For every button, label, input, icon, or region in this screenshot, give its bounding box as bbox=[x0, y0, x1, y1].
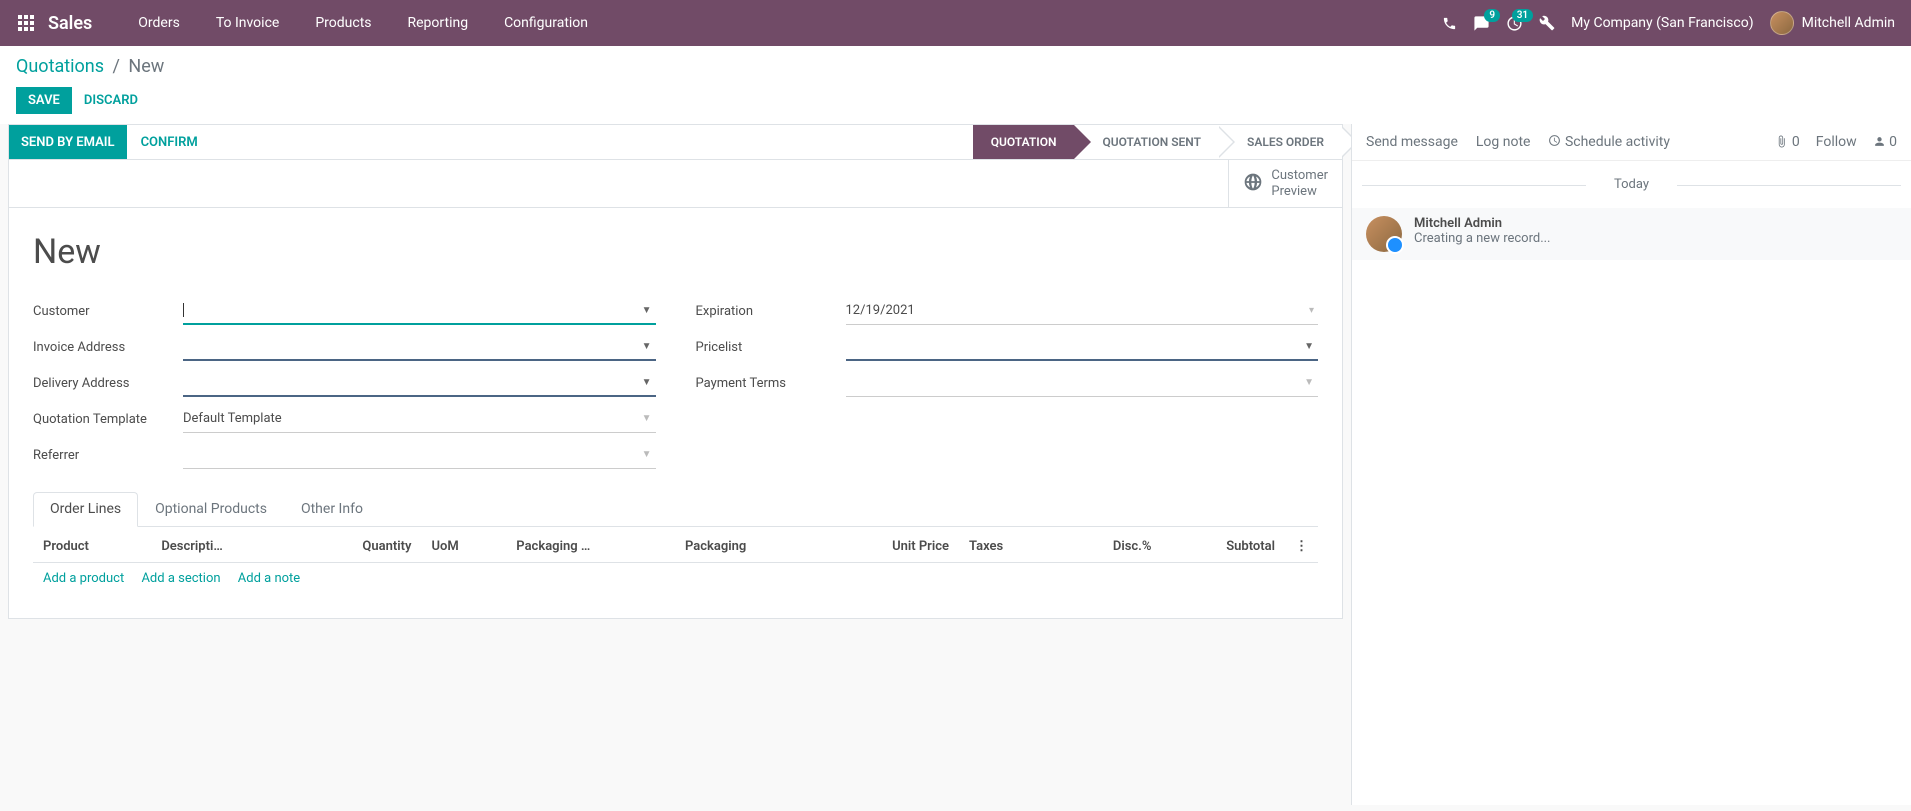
col-disc[interactable]: Disc.% bbox=[1056, 531, 1161, 563]
systray: 9 31 My Company (San Francisco) Mitchell… bbox=[1442, 11, 1903, 35]
caret-icon: ▾ bbox=[1309, 305, 1314, 316]
caret-icon: ▼ bbox=[642, 341, 652, 352]
attachments-button[interactable]: 0 bbox=[1775, 134, 1799, 150]
app-brand[interactable]: Sales bbox=[48, 13, 92, 34]
label-payment-terms: Payment Terms bbox=[696, 376, 846, 391]
col-quantity[interactable]: Quantity bbox=[298, 531, 422, 563]
col-packaging-qty[interactable]: Packaging … bbox=[506, 531, 675, 563]
label-referrer: Referrer bbox=[33, 448, 183, 463]
send-message-button[interactable]: Send message bbox=[1366, 134, 1458, 150]
customer-field[interactable]: ▼ bbox=[183, 297, 656, 325]
col-subtotal[interactable]: Subtotal bbox=[1161, 531, 1285, 563]
notebook-tabs: Order Lines Optional Products Other Info bbox=[33, 492, 1318, 527]
caret-icon: ▼ bbox=[1304, 341, 1314, 352]
menu-configuration[interactable]: Configuration bbox=[486, 0, 606, 46]
customer-preview-label: Customer Preview bbox=[1271, 168, 1328, 199]
globe-icon bbox=[1243, 172, 1263, 196]
label-delivery-address: Delivery Address bbox=[33, 376, 183, 391]
kebab-icon: ⋮ bbox=[1295, 539, 1308, 554]
col-packaging[interactable]: Packaging bbox=[675, 531, 821, 563]
payment-terms-field[interactable]: ▼ bbox=[846, 369, 1319, 397]
breadcrumb: Quotations / New bbox=[16, 56, 1895, 77]
col-product[interactable]: Product bbox=[33, 531, 151, 563]
label-invoice-address: Invoice Address bbox=[33, 340, 183, 355]
add-note-link[interactable]: Add a note bbox=[238, 571, 300, 586]
expiration-field[interactable]: 12/19/2021▾ bbox=[846, 297, 1319, 325]
form-sheet: Customer Preview New Customer ▼ Invoice … bbox=[8, 160, 1343, 619]
chatter-date-separator: Today bbox=[1352, 161, 1911, 208]
col-unit-price[interactable]: Unit Price bbox=[821, 531, 959, 563]
col-kebab[interactable]: ⋮ bbox=[1285, 531, 1318, 563]
menu-to-invoice[interactable]: To Invoice bbox=[198, 0, 298, 46]
user-menu[interactable]: Mitchell Admin bbox=[1770, 11, 1895, 35]
status-step-sales-order[interactable]: SALES ORDER bbox=[1219, 125, 1342, 159]
activities-icon[interactable]: 31 bbox=[1506, 15, 1523, 32]
top-navbar: Sales Orders To Invoice Products Reporti… bbox=[0, 0, 1911, 46]
caret-icon: ▼ bbox=[642, 413, 652, 424]
record-title: New bbox=[33, 232, 1318, 272]
customer-preview-button[interactable]: Customer Preview bbox=[1228, 160, 1342, 207]
breadcrumb-sep: / bbox=[112, 56, 119, 77]
phone-icon[interactable] bbox=[1442, 16, 1457, 31]
add-section-link[interactable]: Add a section bbox=[141, 571, 220, 586]
menu-products[interactable]: Products bbox=[297, 0, 389, 46]
follow-button[interactable]: Follow bbox=[1816, 134, 1857, 150]
form-area: SEND BY EMAIL CONFIRM QUOTATION QUOTATIO… bbox=[0, 124, 1351, 805]
debug-icon[interactable] bbox=[1539, 15, 1555, 31]
main-menu: Orders To Invoice Products Reporting Con… bbox=[120, 0, 606, 46]
status-step-quotation-sent[interactable]: QUOTATION SENT bbox=[1074, 125, 1219, 159]
tab-order-lines[interactable]: Order Lines bbox=[33, 492, 138, 527]
order-lines-table: Product Descripti… Quantity UoM Packagin… bbox=[33, 531, 1318, 594]
message-text: Creating a new record... bbox=[1414, 231, 1551, 246]
status-step-quotation[interactable]: QUOTATION bbox=[973, 125, 1075, 159]
schedule-activity-button[interactable]: Schedule activity bbox=[1548, 134, 1670, 150]
followers-button[interactable]: 0 bbox=[1873, 134, 1897, 150]
tab-other-info[interactable]: Other Info bbox=[284, 492, 380, 526]
menu-reporting[interactable]: Reporting bbox=[390, 0, 487, 46]
save-button[interactable]: SAVE bbox=[16, 87, 72, 114]
statusbar: SEND BY EMAIL CONFIRM QUOTATION QUOTATIO… bbox=[8, 124, 1343, 160]
control-panel: Quotations / New SAVE DISCARD bbox=[0, 46, 1911, 124]
caret-icon: ▼ bbox=[1304, 377, 1314, 388]
quotation-template-field[interactable]: Default Template▼ bbox=[183, 405, 656, 433]
caret-icon: ▼ bbox=[642, 377, 652, 388]
pricelist-field[interactable]: ▼ bbox=[846, 333, 1319, 361]
chatter-message: Mitchell Admin Creating a new record... bbox=[1352, 208, 1911, 260]
referrer-field[interactable]: ▼ bbox=[183, 441, 656, 469]
tab-optional-products[interactable]: Optional Products bbox=[138, 492, 284, 526]
label-customer: Customer bbox=[33, 304, 183, 319]
caret-icon: ▼ bbox=[642, 449, 652, 460]
log-note-button[interactable]: Log note bbox=[1476, 134, 1531, 150]
confirm-button[interactable]: CONFIRM bbox=[127, 125, 212, 159]
col-uom[interactable]: UoM bbox=[421, 531, 506, 563]
company-switcher[interactable]: My Company (San Francisco) bbox=[1571, 15, 1753, 31]
user-name: Mitchell Admin bbox=[1802, 15, 1895, 31]
chatter: Send message Log note Schedule activity … bbox=[1351, 124, 1911, 805]
col-taxes[interactable]: Taxes bbox=[959, 531, 1056, 563]
activities-badge: 31 bbox=[1512, 9, 1533, 22]
messages-badge: 9 bbox=[1484, 9, 1500, 22]
breadcrumb-current: New bbox=[128, 56, 164, 77]
send-by-email-button[interactable]: SEND BY EMAIL bbox=[9, 125, 127, 159]
message-avatar bbox=[1366, 216, 1402, 252]
caret-icon: ▼ bbox=[642, 305, 652, 316]
status-steps: QUOTATION QUOTATION SENT SALES ORDER bbox=[973, 125, 1342, 159]
delivery-address-field[interactable]: ▼ bbox=[183, 369, 656, 397]
col-description[interactable]: Descripti… bbox=[151, 531, 297, 563]
label-quotation-template: Quotation Template bbox=[33, 412, 183, 427]
user-avatar bbox=[1770, 11, 1794, 35]
breadcrumb-root[interactable]: Quotations bbox=[16, 56, 104, 77]
messages-icon[interactable]: 9 bbox=[1473, 15, 1490, 32]
menu-orders[interactable]: Orders bbox=[120, 0, 198, 46]
invoice-address-field[interactable]: ▼ bbox=[183, 333, 656, 361]
label-expiration: Expiration bbox=[696, 304, 846, 319]
discard-button[interactable]: DISCARD bbox=[84, 93, 138, 108]
message-author: Mitchell Admin bbox=[1414, 216, 1551, 231]
apps-icon[interactable] bbox=[8, 15, 44, 31]
label-pricelist: Pricelist bbox=[696, 340, 846, 355]
add-product-link[interactable]: Add a product bbox=[43, 571, 124, 586]
